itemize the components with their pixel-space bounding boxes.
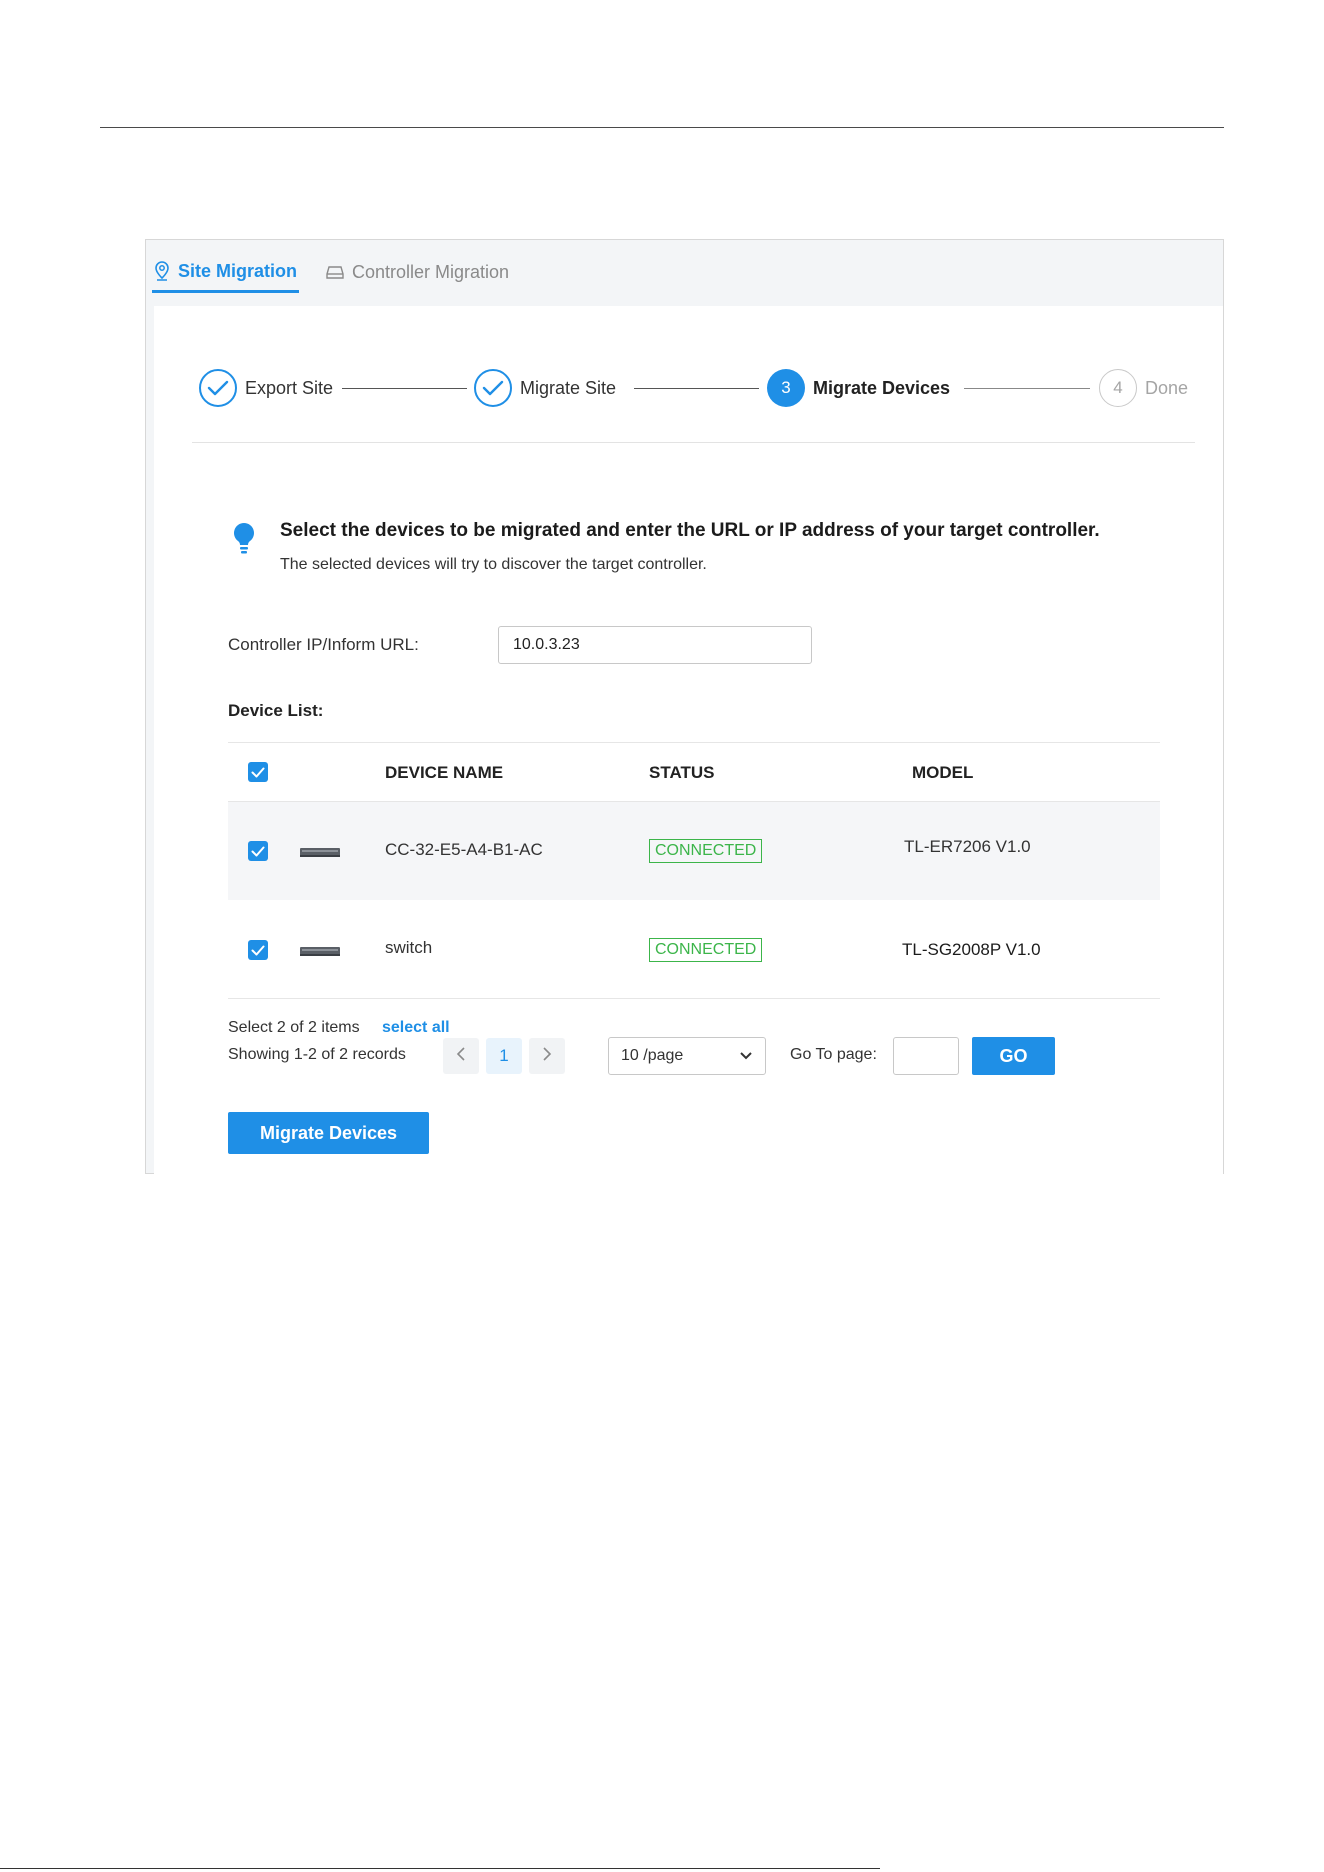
device-model: TL-SG2008P V1.0 — [902, 940, 1041, 959]
step-connector — [634, 388, 759, 389]
table-divider — [228, 998, 1160, 999]
migrate-devices-button[interactable]: Migrate Devices — [228, 1112, 429, 1154]
step-label: Export Site — [245, 377, 334, 398]
goto-page-input[interactable] — [893, 1037, 959, 1075]
table-row[interactable]: CC-32-E5-A4-B1-AC CONNECTED TL-ER7206 V1… — [228, 802, 1160, 900]
device-icon — [326, 265, 344, 279]
chevron-right-icon — [542, 1046, 552, 1067]
page-size-value: 10 /page — [621, 1047, 684, 1064]
page-number-button[interactable]: 1 — [486, 1038, 522, 1074]
step-label: Done — [1145, 377, 1189, 398]
tab-site-migration[interactable]: Site Migration — [152, 252, 300, 293]
step-label: Migrate Site — [520, 377, 617, 398]
lightbulb-icon — [232, 522, 256, 559]
router-icon — [299, 845, 341, 863]
column-device-name[interactable]: DEVICE NAME — [385, 763, 503, 783]
step-number: 3 — [767, 369, 805, 407]
column-status[interactable]: STATUS — [649, 763, 714, 783]
row-checkbox[interactable] — [248, 940, 268, 960]
step-export-site: Export Site — [199, 366, 333, 410]
tab-bar: Site Migration Controller Migration — [146, 240, 1223, 306]
tab-site-migration-label: Site Migration — [178, 260, 298, 281]
step-label: Migrate Devices — [813, 377, 951, 398]
switch-icon — [299, 944, 341, 962]
location-pin-icon — [154, 261, 170, 281]
table-row[interactable]: switch CONNECTED TL-SG2008P V1.0 — [228, 902, 1160, 1000]
chevron-down-icon — [739, 1047, 753, 1065]
device-name: CC-32-E5-A4-B1-AC — [385, 840, 543, 859]
controller-url-label: Controller IP/Inform URL: — [228, 635, 419, 654]
step-connector — [964, 388, 1090, 389]
notice-title: Select the devices to be migrated and en… — [280, 520, 1100, 541]
next-page-button[interactable] — [529, 1038, 565, 1074]
check-circle-icon — [199, 369, 237, 407]
check-circle-icon — [474, 369, 512, 407]
page-bottom-rule — [0, 1868, 880, 1869]
select-all-link[interactable]: select all — [382, 1019, 450, 1037]
device-name: switch — [385, 938, 433, 957]
stepper-divider — [192, 442, 1195, 443]
step-migrate-devices: 3 Migrate Devices — [767, 366, 950, 410]
notice-subtitle: The selected devices will try to discove… — [280, 556, 707, 573]
step-done: 4 Done — [1099, 366, 1188, 410]
select-all-checkbox[interactable] — [248, 762, 268, 782]
page-size-select[interactable]: 10 /page — [608, 1037, 766, 1075]
step-migrate-site: Migrate Site — [474, 366, 616, 410]
tab-controller-migration-label: Controller Migration — [352, 261, 510, 282]
selection-count: Select 2 of 2 items — [228, 1019, 360, 1036]
column-model[interactable]: MODEL — [912, 763, 973, 783]
status-badge: CONNECTED — [649, 839, 763, 863]
device-model: TL-ER7206 V1.0 — [904, 837, 1031, 856]
prev-page-button[interactable] — [443, 1038, 479, 1074]
device-list-label: Device List: — [228, 701, 324, 720]
table-header: DEVICE NAME STATUS MODEL — [228, 742, 1160, 802]
page-top-rule — [100, 127, 1224, 128]
step-number: 4 — [1099, 369, 1137, 407]
records-summary: Showing 1-2 of 2 records — [228, 1046, 406, 1063]
migration-panel: Site Migration Controller Migration Expo… — [145, 239, 1224, 1174]
chevron-left-icon — [456, 1046, 466, 1067]
status-badge: CONNECTED — [649, 938, 763, 962]
goto-page-label: Go To page: — [790, 1046, 877, 1063]
controller-url-input[interactable] — [498, 626, 812, 664]
go-button[interactable]: GO — [972, 1037, 1055, 1075]
tab-controller-migration[interactable]: Controller Migration — [326, 252, 509, 292]
step-connector — [342, 388, 467, 389]
row-checkbox[interactable] — [248, 841, 268, 861]
